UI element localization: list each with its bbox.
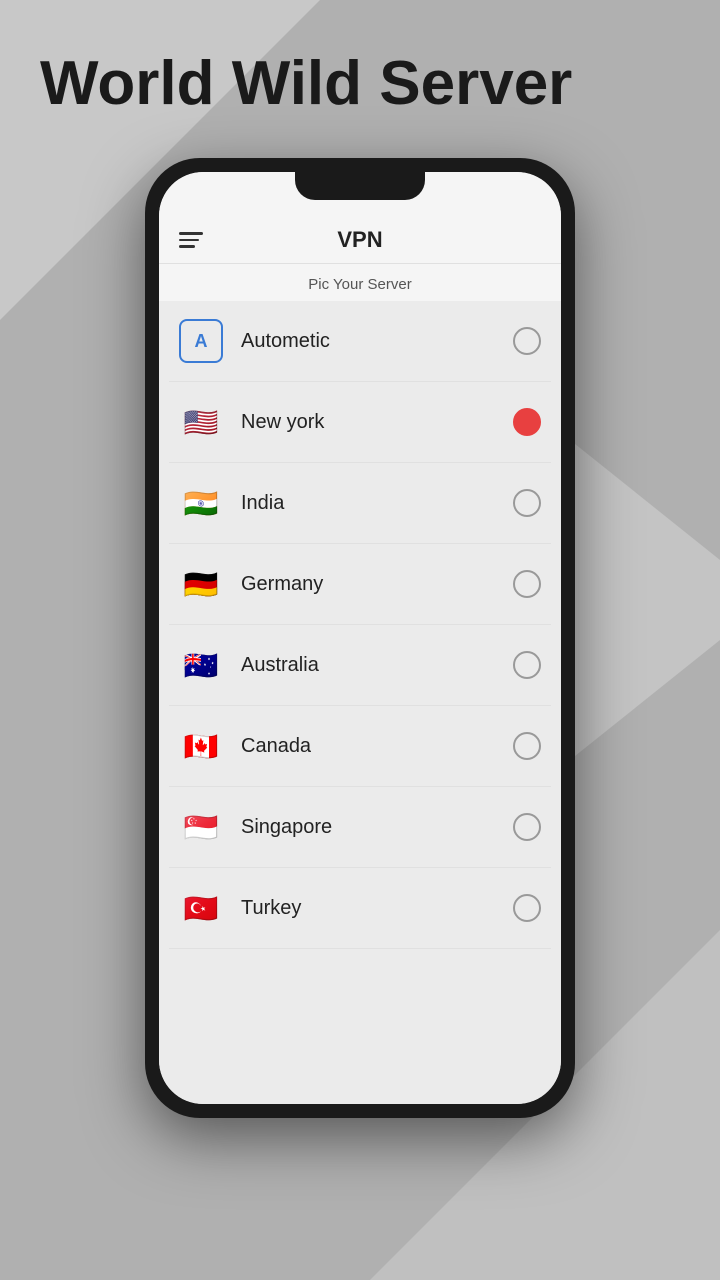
app-title: VPN <box>337 227 382 253</box>
server-name-india: India <box>241 492 513 515</box>
server-item-australia[interactable]: 🇦🇺 Australia <box>169 625 551 706</box>
server-subtitle: Pic Your Server <box>159 264 561 301</box>
server-item-germany[interactable]: 🇩🇪 Germany <box>169 544 551 625</box>
phone-notch <box>295 172 425 200</box>
radio-turkey[interactable] <box>513 894 541 922</box>
flag-germany: 🇩🇪 <box>179 562 223 606</box>
flag-turkey: 🇹🇷 <box>179 886 223 930</box>
radio-singapore[interactable] <box>513 813 541 841</box>
server-item-new-york[interactable]: 🇺🇸 New york <box>169 382 551 463</box>
radio-canada[interactable] <box>513 732 541 760</box>
server-name-australia: Australia <box>241 654 513 677</box>
server-name-singapore: Singapore <box>241 816 513 839</box>
phone-frame: VPN Pic Your Server A Autometic 🇺🇸 New y… <box>145 158 575 1118</box>
radio-india[interactable] <box>513 489 541 517</box>
server-item-autometic[interactable]: A Autometic <box>169 301 551 382</box>
flag-new-york: 🇺🇸 <box>179 400 223 444</box>
radio-new-york[interactable] <box>513 408 541 436</box>
menu-line-1 <box>179 232 203 235</box>
flag-canada: 🇨🇦 <box>179 724 223 768</box>
menu-button[interactable] <box>179 232 203 248</box>
server-name-autometic: Autometic <box>241 330 513 353</box>
menu-line-2 <box>179 239 199 242</box>
radio-australia[interactable] <box>513 651 541 679</box>
flag-india: 🇮🇳 <box>179 481 223 525</box>
phone-screen: VPN Pic Your Server A Autometic 🇺🇸 New y… <box>159 172 561 1104</box>
radio-germany[interactable] <box>513 570 541 598</box>
server-name-canada: Canada <box>241 735 513 758</box>
server-item-turkey[interactable]: 🇹🇷 Turkey <box>169 868 551 949</box>
menu-line-3 <box>179 245 195 248</box>
flag-singapore: 🇸🇬 <box>179 805 223 849</box>
server-item-singapore[interactable]: 🇸🇬 Singapore <box>169 787 551 868</box>
flag-australia: 🇦🇺 <box>179 643 223 687</box>
autometic-icon: A <box>179 319 223 363</box>
server-item-canada[interactable]: 🇨🇦 Canada <box>169 706 551 787</box>
server-name-new-york: New york <box>241 411 513 434</box>
server-name-germany: Germany <box>241 573 513 596</box>
server-list[interactable]: A Autometic 🇺🇸 New york 🇮🇳 India 🇩🇪 <box>159 301 561 1104</box>
radio-autometic[interactable] <box>513 327 541 355</box>
page-title: World Wild Server <box>0 0 720 148</box>
server-name-turkey: Turkey <box>241 897 513 920</box>
server-item-india[interactable]: 🇮🇳 India <box>169 463 551 544</box>
